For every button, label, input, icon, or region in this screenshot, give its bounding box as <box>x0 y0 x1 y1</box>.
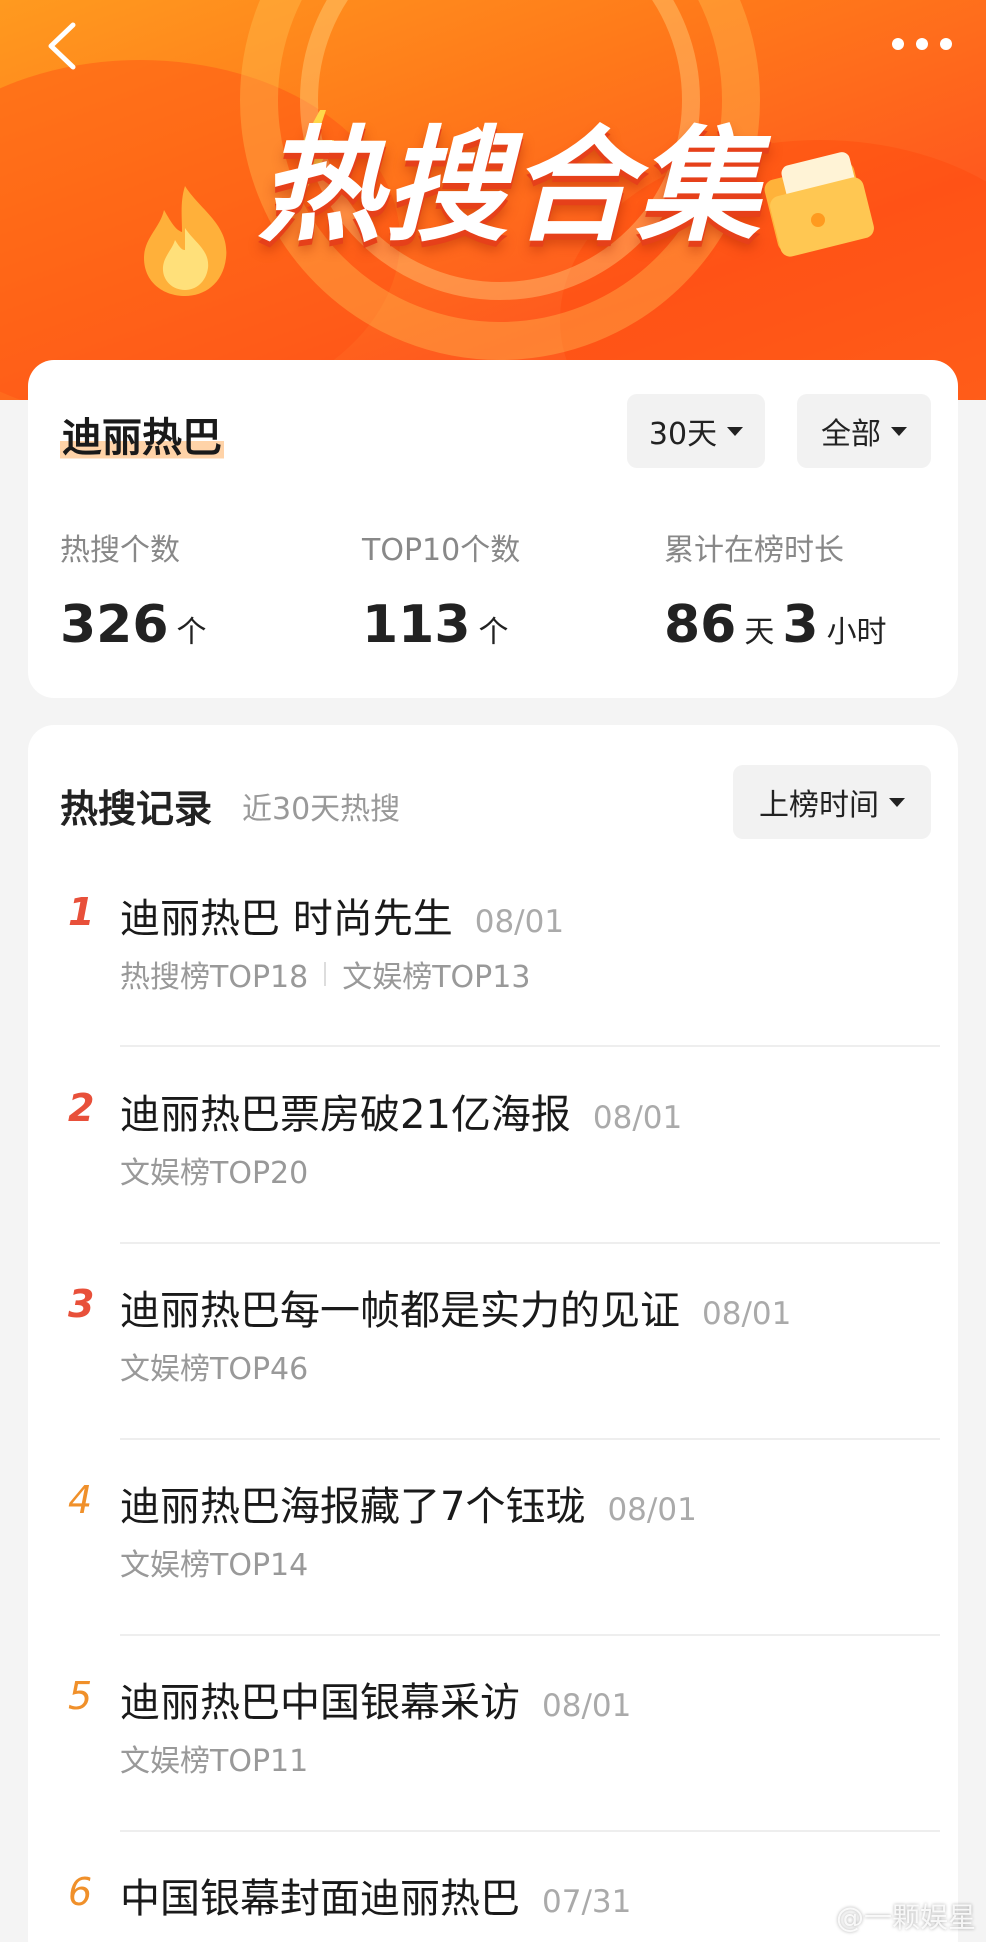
list-item[interactable]: 2 迪丽热巴票房破21亿海报 08/01 文娱榜TOP20 <box>60 1082 940 1202</box>
flame-icon <box>144 186 227 296</box>
records-title: 热搜记录 <box>60 787 213 831</box>
watermark-text: @一颗娱星 <box>835 1901 976 1934</box>
more-icon <box>892 38 952 50</box>
stat-hours-unit: 小时 <box>826 615 887 650</box>
sort-label: 上榜时间 <box>759 788 879 823</box>
divider <box>120 1830 940 1832</box>
item-title: 迪丽热巴票房破21亿海报 <box>120 1092 571 1138</box>
item-tag: 文娱榜TOP14 <box>120 1548 309 1583</box>
stat-label: 累计在榜时长 <box>664 533 844 568</box>
item-title: 迪丽热巴中国银幕采访 <box>120 1680 520 1726</box>
stat-top10-count: TOP10个数 113 个 <box>362 525 520 655</box>
rank-number: 6 <box>68 1870 93 1914</box>
item-date: 07/31 <box>542 1884 632 1920</box>
list-item[interactable]: 3 迪丽热巴每一帧都是实力的见证 08/01 文娱榜TOP46 <box>60 1278 940 1398</box>
rank-number: 4 <box>68 1478 93 1522</box>
records-subtitle: 近30天热搜 <box>242 792 401 827</box>
item-title: 中国银幕封面迪丽热巴 <box>120 1876 520 1922</box>
item-title: 迪丽热巴 时尚先生 <box>120 896 453 942</box>
item-tag: 文娱榜TOP20 <box>120 1156 309 1191</box>
stat-days-value: 86 <box>664 595 737 655</box>
sort-dropdown[interactable]: 上榜时间 <box>733 765 931 839</box>
divider <box>120 1634 940 1636</box>
back-button[interactable] <box>34 18 90 74</box>
watermark: @一颗娱星 <box>794 1896 976 1936</box>
banner-title: 热搜合集 <box>257 115 762 259</box>
scope-filter-label: 全部 <box>821 417 881 452</box>
item-date: 08/01 <box>592 1100 683 1136</box>
item-tag: 文娱榜TOP11 <box>120 1744 309 1779</box>
caret-down-icon <box>891 426 907 436</box>
rank-number: 2 <box>68 1086 95 1130</box>
divider <box>120 1242 940 1244</box>
item-date: 08/01 <box>607 1492 697 1528</box>
days-filter-dropdown[interactable]: 30天 <box>627 394 765 468</box>
divider <box>120 1438 940 1440</box>
item-date: 08/01 <box>542 1688 632 1724</box>
list-item[interactable]: 4 迪丽热巴海报藏了7个钰珑 08/01 文娱榜TOP14 <box>60 1474 940 1594</box>
item-tag: 文娱榜TOP13 <box>342 960 531 995</box>
stat-value: 113 <box>362 595 471 655</box>
stat-label: 热搜个数 <box>60 533 180 568</box>
hero-banner: 热搜合集 <box>0 0 986 400</box>
stat-hot-search-count: 热搜个数 326 个 <box>60 525 207 655</box>
rank-number: 5 <box>68 1674 93 1718</box>
divider <box>120 1045 940 1047</box>
stat-hours-value: 3 <box>782 595 819 655</box>
rank-number: 3 <box>68 1282 95 1326</box>
rank-number: 1 <box>68 890 95 934</box>
item-tag: 文娱榜TOP46 <box>120 1352 309 1387</box>
item-tag: 热搜榜TOP18 <box>120 960 309 995</box>
item-date: 08/01 <box>474 904 565 940</box>
tag-separator <box>324 962 327 986</box>
stat-label: TOP10个数 <box>362 533 521 568</box>
stat-days-unit: 天 <box>744 615 775 650</box>
scope-filter-dropdown[interactable]: 全部 <box>797 394 931 468</box>
item-title: 迪丽热巴每一帧都是实力的见证 <box>120 1288 680 1334</box>
stat-value: 326 <box>60 595 169 655</box>
weibo-icon <box>794 1904 827 1930</box>
days-filter-label: 30天 <box>648 417 718 452</box>
caret-down-icon <box>727 426 744 436</box>
list-item[interactable]: 5 迪丽热巴中国银幕采访 08/01 文娱榜TOP11 <box>60 1670 940 1790</box>
folder-icon <box>764 152 874 257</box>
stat-total-duration: 累计在榜时长 86 天 3 小时 <box>664 525 887 655</box>
stat-unit: 个 <box>478 615 509 650</box>
stat-unit: 个 <box>176 615 207 650</box>
caret-down-icon <box>889 797 905 807</box>
chevron-left-icon <box>48 22 76 70</box>
more-button[interactable] <box>882 22 962 66</box>
item-date: 08/01 <box>702 1296 792 1332</box>
item-title: 迪丽热巴海报藏了7个钰珑 <box>120 1484 586 1530</box>
list-item[interactable]: 1 迪丽热巴 时尚先生 08/01 热搜榜TOP18 文娱榜TOP13 <box>60 886 940 1006</box>
keyword-title: 迪丽热巴 <box>60 405 224 463</box>
